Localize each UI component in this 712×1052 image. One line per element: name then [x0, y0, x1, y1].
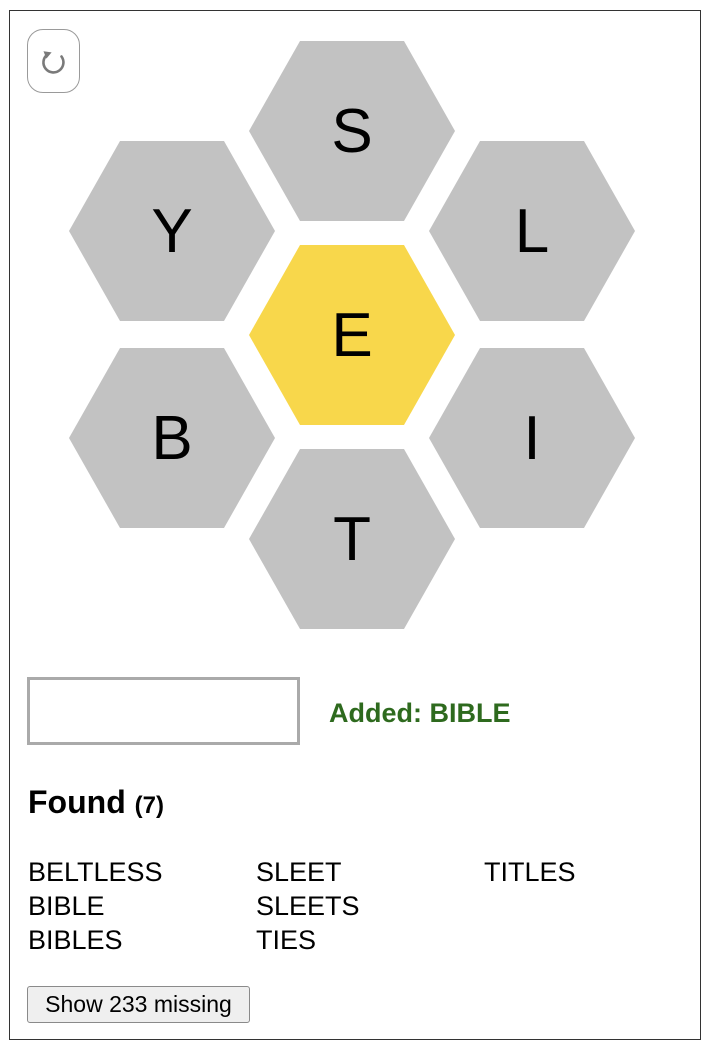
found-heading: Found (7) — [28, 783, 164, 825]
found-word: SLEETS — [256, 891, 360, 921]
hex-shape — [249, 449, 455, 629]
hex-fill — [69, 141, 275, 321]
hex-fill — [249, 41, 455, 221]
hex-fill — [249, 449, 455, 629]
found-word: BIBLE — [28, 891, 105, 921]
found-words-list: BELTLESS BIBLE BIBLES SLEET SLEETS TIES … — [28, 855, 688, 957]
hex-shape — [249, 245, 455, 425]
hex-shape — [249, 41, 455, 221]
found-label: Found — [28, 784, 126, 820]
hex-fill — [429, 141, 635, 321]
found-count: (7) — [134, 792, 164, 819]
status-message: Added: BIBLE — [329, 698, 511, 728]
found-word: BELTLESS — [28, 857, 163, 887]
shuffle-button[interactable] — [27, 29, 80, 93]
hex-cell-lower-left[interactable]: B — [68, 347, 276, 529]
hex-shape — [69, 348, 275, 528]
show-missing-button[interactable]: Show 233 missing — [27, 986, 250, 1023]
hex-fill — [249, 245, 455, 425]
hex-cell-upper-left[interactable]: Y — [68, 140, 276, 322]
hex-cell-upper-right[interactable]: L — [428, 140, 636, 322]
hex-fill — [69, 348, 275, 528]
hex-shape — [429, 141, 635, 321]
hex-cell-center[interactable]: E — [248, 244, 456, 426]
hex-cell-bottom[interactable]: T — [248, 448, 456, 630]
found-word: TIES — [256, 925, 317, 955]
hex-shape — [69, 141, 275, 321]
hex-fill — [429, 348, 635, 528]
found-word: BIBLES — [28, 925, 123, 955]
hex-shape — [429, 348, 635, 528]
found-word: SLEET — [256, 857, 342, 887]
word-input[interactable] — [27, 677, 300, 745]
found-word: TITLES — [484, 857, 576, 887]
rotate-arrow-icon — [41, 51, 65, 74]
hex-cell-top[interactable]: S — [248, 40, 456, 222]
hex-cell-lower-right[interactable]: I — [428, 347, 636, 529]
